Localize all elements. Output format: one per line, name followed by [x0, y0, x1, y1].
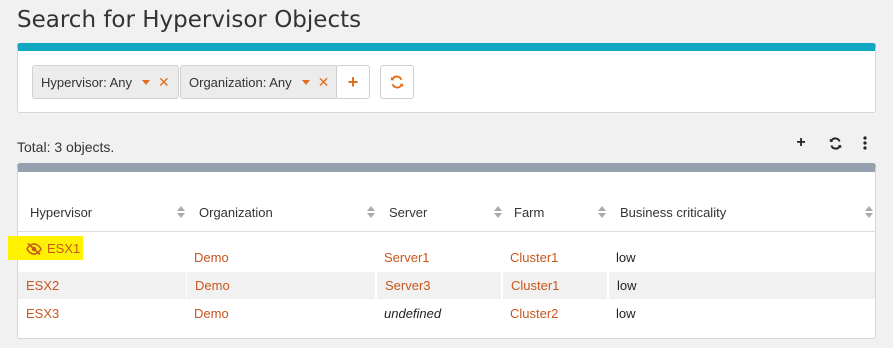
hypervisor-link[interactable]: ESX3: [26, 306, 59, 321]
server-link[interactable]: Server3: [385, 278, 431, 293]
farm-link[interactable]: Cluster1: [510, 250, 558, 265]
filter-panel: Hypervisor: Any ✕ Organization: Any ✕ +: [17, 43, 876, 113]
kebab-menu-icon: [863, 136, 867, 150]
header-divider: [18, 231, 875, 232]
plus-icon: +: [347, 71, 359, 92]
farm-link[interactable]: Cluster2: [510, 306, 558, 321]
add-filter-button[interactable]: +: [336, 65, 370, 99]
more-options-button[interactable]: [855, 133, 875, 153]
sort-icon[interactable]: [598, 205, 606, 219]
column-header-server[interactable]: Server: [389, 205, 427, 220]
table-row: ESX3 Demo undefined Cluster2 low: [18, 300, 875, 327]
results-total: Total: 3 objects.: [17, 139, 115, 155]
close-icon[interactable]: ✕: [158, 75, 170, 89]
close-icon[interactable]: ✕: [318, 75, 330, 89]
hypervisor-filter-label: Hypervisor: Any: [41, 74, 133, 90]
farm-link[interactable]: Cluster1: [511, 278, 559, 293]
organization-filter-label: Organization: Any: [189, 74, 292, 90]
organization-link[interactable]: Demo: [194, 306, 229, 321]
chevron-down-icon[interactable]: [301, 79, 310, 85]
criticality-value: low: [617, 278, 637, 293]
column-header-farm[interactable]: Farm: [514, 205, 544, 220]
sort-icon[interactable]: [177, 205, 185, 219]
plus-icon: +: [796, 134, 806, 151]
eye-slash-icon: [26, 242, 42, 255]
hypervisor-link[interactable]: ESX1: [47, 241, 80, 256]
server-link[interactable]: Server1: [384, 250, 430, 265]
organization-link[interactable]: Demo: [194, 250, 229, 265]
hypervisor-link[interactable]: ESX2: [26, 278, 59, 293]
chevron-down-icon[interactable]: [142, 79, 151, 85]
table-row: ESX2 Demo Server3 Cluster1 low: [18, 272, 875, 299]
hypervisor-filter-chip[interactable]: Hypervisor: Any ✕: [32, 65, 179, 99]
table-row: Demo Server1 Cluster1 low: [18, 244, 875, 271]
sort-icon[interactable]: [367, 205, 375, 219]
refresh-filter-button[interactable]: [380, 65, 414, 99]
column-header-hypervisor[interactable]: Hypervisor: [30, 205, 92, 220]
hypervisor-cell: ESX1: [26, 235, 80, 262]
criticality-value: low: [616, 306, 636, 321]
sort-icon[interactable]: [494, 205, 502, 219]
refresh-icon: [829, 136, 841, 150]
column-header-business-criticality[interactable]: Business criticality: [620, 205, 726, 220]
page-title: Search for Hypervisor Objects: [17, 7, 362, 33]
organization-link[interactable]: Demo: [195, 278, 230, 293]
organization-filter-chip[interactable]: Organization: Any ✕: [180, 65, 339, 99]
results-table: Hypervisor Organization Server Farm Busi…: [17, 163, 876, 339]
server-value: undefined: [384, 306, 442, 321]
column-header-organization[interactable]: Organization: [199, 205, 273, 220]
sort-icon[interactable]: [865, 205, 873, 219]
add-object-button[interactable]: +: [791, 133, 811, 153]
refresh-results-button[interactable]: [825, 133, 845, 153]
refresh-icon: [390, 75, 404, 89]
criticality-value: low: [616, 250, 636, 265]
